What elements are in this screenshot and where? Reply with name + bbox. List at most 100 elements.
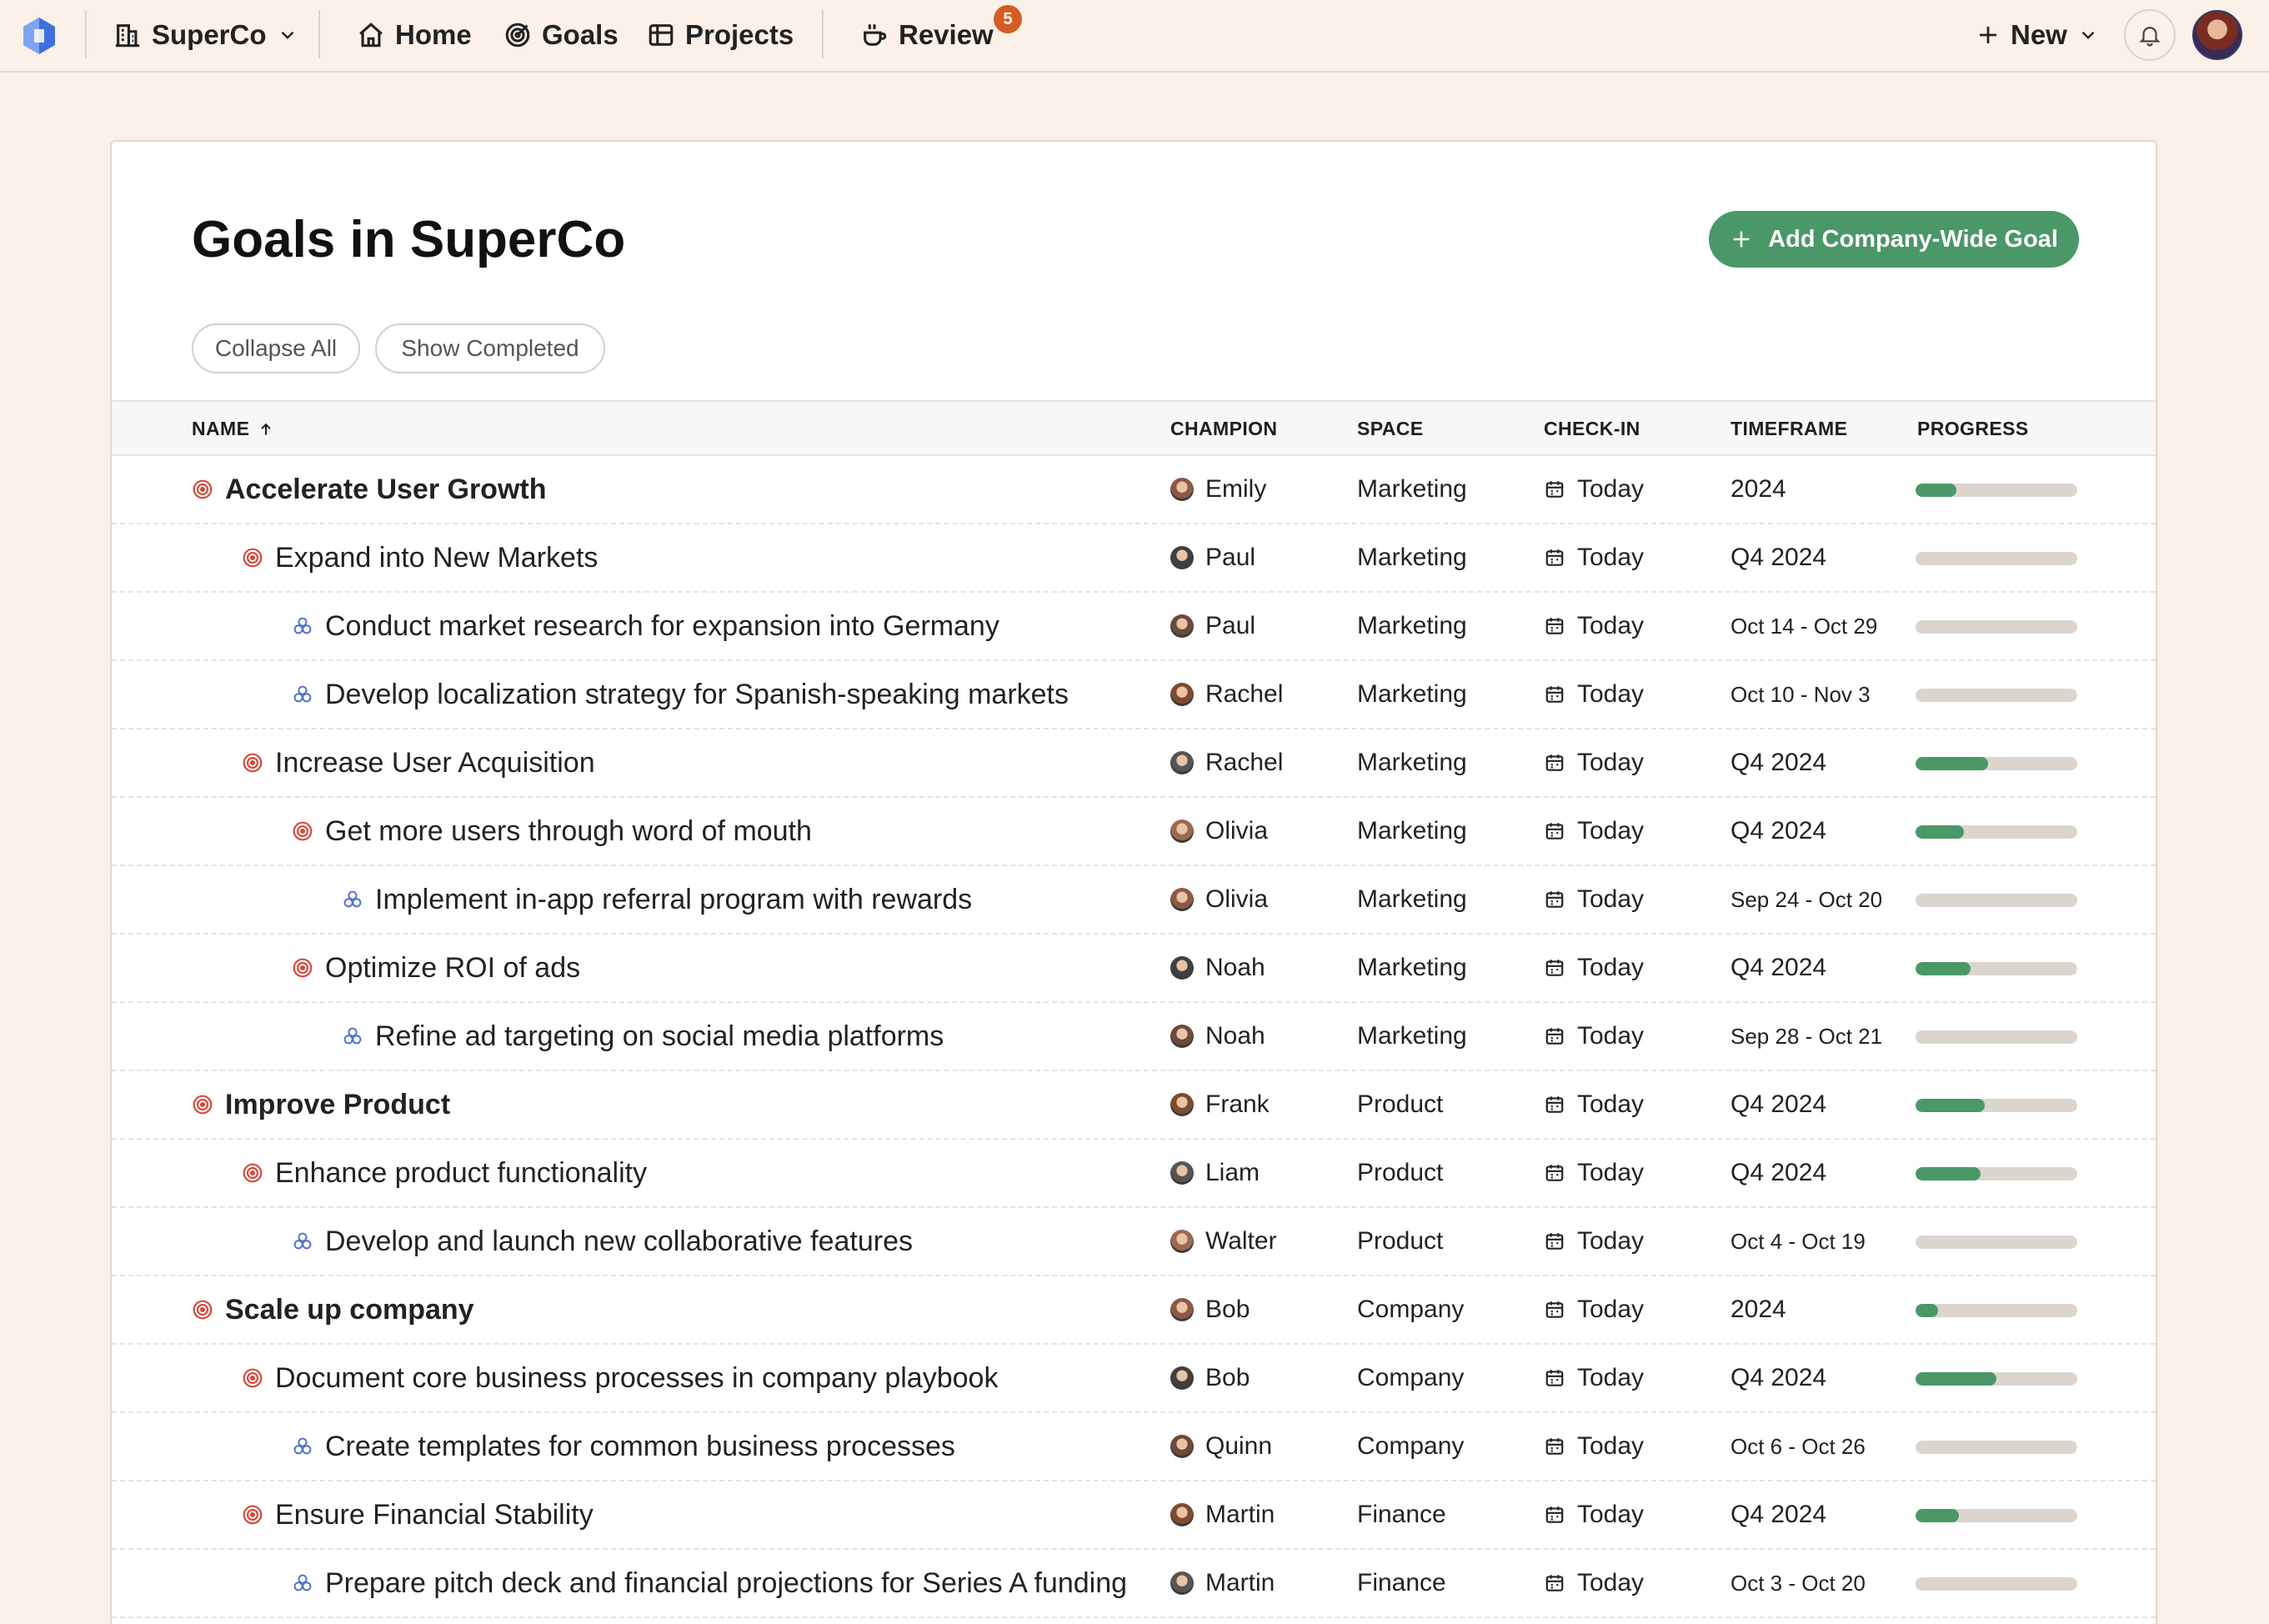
row-name-cell[interactable]: Enhance product functionality — [242, 1140, 647, 1206]
row-name-cell[interactable]: Prepare pitch deck and financial project… — [292, 1550, 1127, 1616]
row-champion-cell: Martin — [1170, 1481, 1275, 1548]
company-switcher[interactable]: SuperCo — [113, 0, 298, 70]
goal-row[interactable]: Document core business processes in comp… — [112, 1345, 2156, 1413]
project-row[interactable]: Develop and launch new collaborative fea… — [112, 1208, 2156, 1276]
row-name-cell[interactable]: Improve Product — [192, 1071, 450, 1138]
column-header-champion[interactable]: CHAMPION — [1170, 402, 1277, 456]
row-name[interactable]: Increase User Acquisition — [275, 747, 595, 779]
column-header-space[interactable]: SPACE — [1357, 402, 1424, 456]
project-row[interactable]: Implement in-app referral program with r… — [112, 866, 2156, 935]
goal-row[interactable]: Increase User Acquisition Rachel Marketi… — [112, 729, 2156, 798]
row-checkin-cell[interactable]: Today — [1544, 1071, 1644, 1138]
row-name-cell[interactable]: Create templates for common business pro… — [292, 1413, 955, 1480]
row-name-cell[interactable]: Scale up company — [192, 1276, 474, 1343]
row-checkin-cell[interactable]: Today — [1544, 1550, 1644, 1616]
row-checkin-cell[interactable]: Today — [1544, 456, 1644, 523]
row-checkin-cell[interactable]: Today — [1544, 798, 1644, 865]
goal-row[interactable]: Optimize ROI of ads Noah Marketing Today… — [112, 935, 2156, 1003]
column-header-timeframe[interactable]: TIMEFRAME — [1731, 402, 1847, 456]
nav-projects[interactable]: Projects — [647, 0, 794, 70]
divider — [85, 10, 87, 58]
show-completed-button[interactable]: Show Completed — [375, 323, 605, 373]
row-name[interactable]: Develop localization strategy for Spanis… — [325, 679, 1069, 711]
row-champion-cell: Walter — [1170, 1208, 1277, 1275]
row-name[interactable]: Expand into New Markets — [275, 542, 598, 574]
show-completed-label: Show Completed — [401, 335, 579, 361]
row-checkin-cell[interactable]: Today — [1544, 866, 1644, 933]
row-checkin-cell[interactable]: Today — [1544, 1140, 1644, 1206]
row-checkin-cell[interactable]: Today — [1544, 661, 1644, 728]
nav-review[interactable]: Review — [860, 0, 994, 70]
row-name-cell[interactable]: Implement in-app referral program with r… — [342, 866, 972, 933]
new-menu-button[interactable]: New — [1976, 0, 2099, 70]
champion-avatar — [1170, 1435, 1194, 1458]
row-name-cell[interactable]: Optimize ROI of ads — [292, 935, 580, 1001]
row-checkin-cell[interactable]: Today — [1544, 1345, 1644, 1411]
champion-avatar — [1170, 820, 1194, 843]
target-icon — [505, 23, 530, 48]
row-name[interactable]: Document core business processes in comp… — [275, 1362, 998, 1395]
champion-avatar — [1170, 478, 1194, 501]
row-name[interactable]: Create templates for common business pro… — [325, 1431, 955, 1463]
column-header-checkin[interactable]: CHECK-IN — [1544, 402, 1640, 456]
row-checkin-cell[interactable]: Today — [1544, 729, 1644, 796]
row-name[interactable]: Accelerate User Growth — [225, 474, 547, 506]
goal-row[interactable]: Get more users through word of mouth Oli… — [112, 798, 2156, 866]
nav-home[interactable]: Home — [357, 0, 472, 70]
goal-row[interactable]: Scale up company Bob Company Today 2024 — [112, 1276, 2156, 1345]
user-avatar[interactable] — [2192, 10, 2242, 60]
project-row[interactable]: Refine ad targeting on social media plat… — [112, 1003, 2156, 1071]
app-logo-icon[interactable] — [18, 15, 60, 57]
row-name[interactable]: Implement in-app referral program with r… — [375, 884, 972, 916]
row-name-cell[interactable]: Expand into New Markets — [242, 524, 598, 591]
row-name-cell[interactable]: Conduct market research for expansion in… — [292, 593, 999, 659]
row-checkin-cell[interactable]: Today — [1544, 1481, 1644, 1548]
row-name-cell[interactable]: Ensure Financial Stability — [242, 1481, 594, 1548]
row-checkin-cell[interactable]: Today — [1544, 524, 1644, 591]
row-timeframe: Oct 6 - Oct 26 — [1731, 1433, 1866, 1459]
project-row[interactable]: Prepare pitch deck and financial project… — [112, 1550, 2156, 1618]
row-name-cell[interactable]: Refine ad targeting on social media plat… — [342, 1003, 944, 1070]
row-name[interactable]: Develop and launch new collaborative fea… — [325, 1226, 913, 1258]
row-name-cell[interactable]: Document core business processes in comp… — [242, 1345, 998, 1411]
row-name[interactable]: Optimize ROI of ads — [325, 952, 580, 985]
progress-fill — [1916, 1099, 1986, 1112]
goal-row[interactable]: Enhance product functionality Liam Produ… — [112, 1140, 2156, 1208]
project-row[interactable]: Conduct market research for expansion in… — [112, 593, 2156, 661]
row-name-cell[interactable]: Get more users through word of mouth — [292, 798, 812, 865]
column-header-progress[interactable]: PROGRESS — [1917, 402, 2029, 456]
row-name-cell[interactable]: Develop localization strategy for Spanis… — [292, 661, 1069, 728]
row-checkin-cell[interactable]: Today — [1544, 1003, 1644, 1070]
row-name[interactable]: Prepare pitch deck and financial project… — [325, 1567, 1127, 1600]
building-icon — [115, 24, 140, 48]
collapse-all-button[interactable]: Collapse All — [192, 323, 360, 373]
row-name[interactable]: Ensure Financial Stability — [275, 1499, 594, 1531]
nav-goals[interactable]: Goals — [503, 0, 619, 70]
add-company-goal-button[interactable]: Add Company-Wide Goal — [1709, 211, 2079, 268]
row-checkin-cell[interactable]: Today — [1544, 1413, 1644, 1480]
project-row[interactable]: Create templates for common business pro… — [112, 1413, 2156, 1481]
row-name[interactable]: Conduct market research for expansion in… — [325, 610, 999, 643]
row-champion-cell: Olivia — [1170, 798, 1268, 865]
calendar-icon — [1545, 891, 1564, 908]
row-name-cell[interactable]: Increase User Acquisition — [242, 729, 595, 796]
row-checkin-cell[interactable]: Today — [1544, 935, 1644, 1001]
row-name[interactable]: Improve Product — [225, 1089, 450, 1121]
row-name-cell[interactable]: Accelerate User Growth — [192, 456, 547, 523]
row-checkin-cell[interactable]: Today — [1544, 1208, 1644, 1275]
project-row[interactable]: Develop localization strategy for Spanis… — [112, 661, 2156, 729]
goal-row[interactable]: Improve Product Frank Product Today Q4 2… — [112, 1071, 2156, 1140]
row-name[interactable]: Get more users through word of mouth — [325, 815, 812, 848]
row-checkin-cell[interactable]: Today — [1544, 1276, 1644, 1343]
goal-row[interactable]: Ensure Financial Stability Martin Financ… — [112, 1481, 2156, 1550]
row-name[interactable]: Enhance product functionality — [275, 1157, 647, 1190]
goal-row[interactable]: Accelerate User Growth Emily Marketing T… — [112, 456, 2156, 524]
row-name[interactable]: Refine ad targeting on social media plat… — [375, 1020, 944, 1053]
goal-row[interactable]: Expand into New Markets Paul Marketing T… — [112, 524, 2156, 593]
row-name[interactable]: Scale up company — [225, 1294, 474, 1326]
notifications-button[interactable] — [2124, 9, 2176, 61]
row-checkin-cell[interactable]: Today — [1544, 593, 1644, 659]
column-header-name[interactable]: NAME — [192, 402, 274, 456]
champion-avatar — [1170, 1161, 1194, 1185]
row-name-cell[interactable]: Develop and launch new collaborative fea… — [292, 1208, 913, 1275]
